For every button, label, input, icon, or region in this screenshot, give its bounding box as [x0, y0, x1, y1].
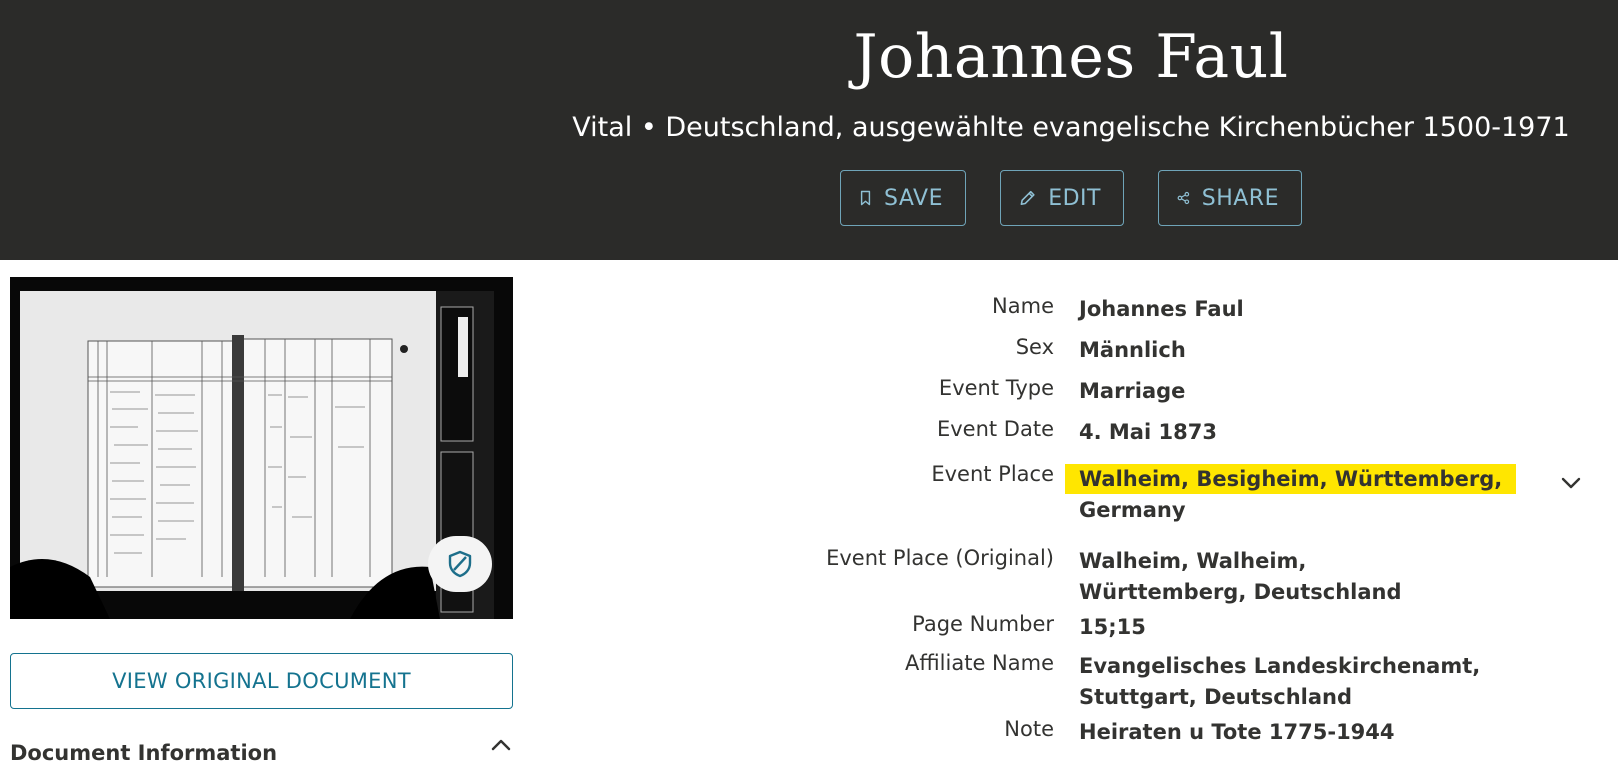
fact-value: 4. Mai 1873 — [1079, 420, 1217, 444]
highlighted-place: Walheim, Besigheim, Württemberg, — [1079, 464, 1503, 494]
save-button[interactable]: SAVE — [840, 170, 966, 226]
fact-value: Evangelisches Landeskirchenamt, Stuttgar… — [1079, 654, 1481, 709]
share-icon — [1177, 191, 1190, 205]
document-thumbnail[interactable] — [10, 277, 513, 619]
view-original-document-button[interactable]: VIEW ORIGINAL DOCUMENT — [10, 653, 513, 709]
shield-icon — [448, 550, 472, 578]
record-header: Johannes Faul Vital • Deutschland, ausge… — [0, 0, 1618, 260]
fact-label: Event Place (Original) — [826, 546, 1054, 570]
fact-label: Event Date — [936, 417, 1054, 441]
pencil-icon — [1020, 190, 1035, 206]
document-information-heading[interactable]: Document Information — [10, 741, 277, 765]
place-country: Germany — [1079, 498, 1186, 522]
fact-label: Event Type — [938, 376, 1054, 400]
fact-value: Johannes Faul — [1079, 297, 1244, 321]
action-bar: SAVE EDIT SHARE — [0, 170, 1618, 226]
save-button-label: SAVE — [884, 185, 943, 211]
edit-button-label: EDIT — [1048, 185, 1101, 211]
fact-value: Männlich — [1079, 338, 1186, 362]
fact-label: Page Number — [912, 612, 1054, 636]
fact-label: Event Place — [931, 462, 1054, 486]
share-button[interactable]: SHARE — [1158, 170, 1302, 226]
chevron-down-icon[interactable] — [1560, 476, 1582, 490]
fact-value: 15;15 — [1079, 615, 1146, 639]
share-button-label: SHARE — [1201, 185, 1279, 211]
fact-label: Note — [1004, 717, 1054, 741]
fact-value: Walheim, Walheim, Württemberg, Deutschla… — [1079, 549, 1402, 604]
fact-label: Affiliate Name — [905, 651, 1054, 675]
fact-value: Heiraten u Tote 1775-1944 — [1079, 720, 1395, 744]
fact-label: Sex — [1015, 335, 1054, 359]
bookmark-icon — [860, 190, 871, 206]
edit-button[interactable]: EDIT — [1000, 170, 1124, 226]
fact-value: Marriage — [1079, 379, 1186, 403]
collection-subtitle: Vital • Deutschland, ausgewählte evangel… — [572, 112, 1570, 143]
fact-label: Name — [992, 294, 1054, 318]
fact-value: Walheim, Besigheim, Württemberg, Germany — [1079, 464, 1519, 526]
chevron-up-icon[interactable] — [490, 738, 512, 752]
page-title: Johannes Faul — [853, 22, 1289, 92]
protected-record-button[interactable] — [428, 536, 492, 592]
